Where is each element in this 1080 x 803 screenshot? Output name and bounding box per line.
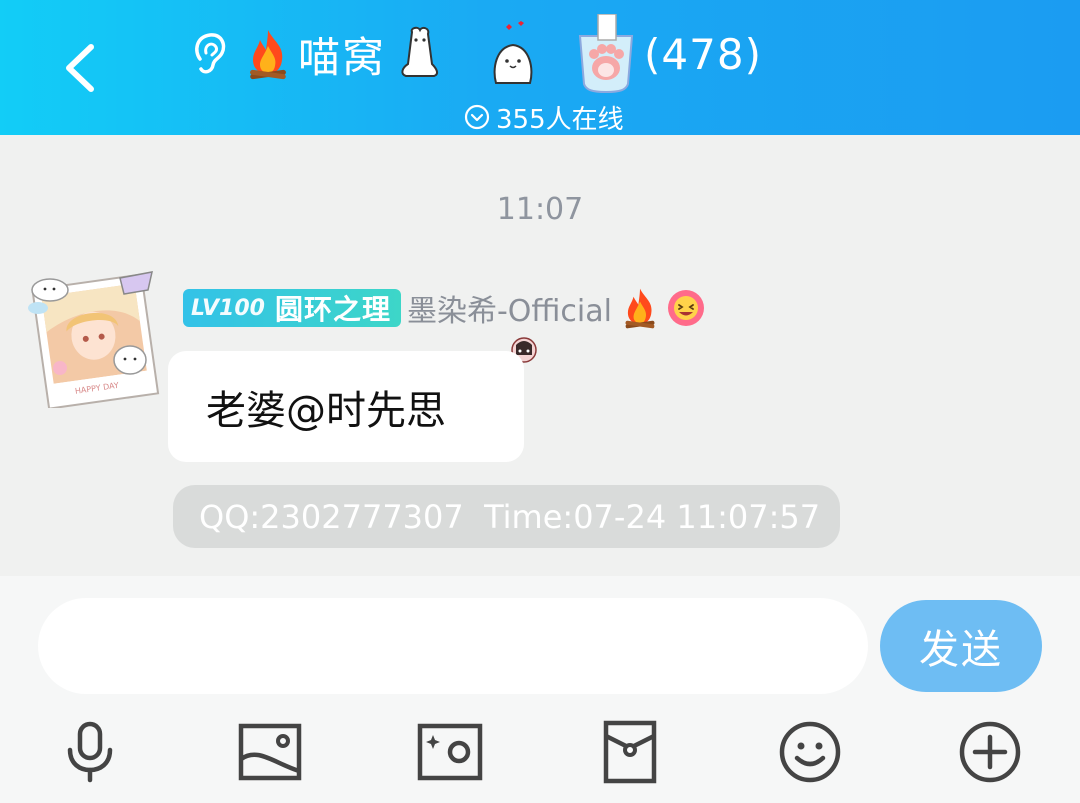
camera-icon <box>417 723 483 781</box>
message-input[interactable] <box>38 598 868 694</box>
add-icon <box>959 721 1021 783</box>
message-text: 老婆@时先思 <box>206 387 446 434</box>
fire-icon <box>625 288 655 329</box>
level-title-badge: LV100 圆环之理 <box>183 289 401 327</box>
fire-icon <box>250 30 286 80</box>
time-divider: 11:07 <box>496 192 584 227</box>
red-packet-button[interactable] <box>590 712 670 792</box>
image-button[interactable] <box>230 712 310 792</box>
heart-ghost-sticker <box>493 21 533 84</box>
ear-icon <box>195 33 226 74</box>
cat-paw-cup-sticker <box>578 14 634 94</box>
avatar[interactable]: HAPPY DAY <box>24 268 160 408</box>
chat-header: 喵窝 (478) 355人在线 <box>0 0 1080 135</box>
group-name: 喵窝 <box>298 32 387 82</box>
voice-button[interactable] <box>50 712 130 792</box>
level-number: LV100 <box>191 295 265 321</box>
microphone-icon <box>67 721 113 783</box>
input-panel: 发送 <box>0 576 1080 803</box>
ghost-sticker <box>401 26 439 77</box>
chevron-down-circle-icon <box>464 104 490 130</box>
back-button[interactable] <box>50 36 110 100</box>
more-button[interactable] <box>950 712 1030 792</box>
emoji-button[interactable] <box>770 712 850 792</box>
back-arrow-icon <box>66 44 94 92</box>
emoji-icon <box>779 721 841 783</box>
red-packet-icon <box>603 720 657 784</box>
message-bubble[interactable]: 老婆@时先思 <box>168 351 524 462</box>
member-count: (478) <box>644 29 762 79</box>
input-toolbar <box>0 712 1080 792</box>
send-button[interactable]: 发送 <box>880 600 1042 692</box>
message-info-text: QQ:2302777307 Time:07-24 11:07:57 <box>199 497 821 536</box>
group-title[interactable]: 喵窝 (478) <box>190 14 762 94</box>
image-icon <box>238 723 302 781</box>
sender-name: 墨染希-Official <box>406 294 612 329</box>
message-info-tip: QQ:2302777307 Time:07-24 11:07:57 <box>173 485 840 548</box>
camera-button[interactable] <box>410 712 490 792</box>
group-title-badge: 圆环之理 <box>274 293 391 326</box>
online-count-label: 355人在线 <box>496 104 624 135</box>
online-status[interactable]: 355人在线 <box>464 100 624 135</box>
laughing-flower-icon <box>667 290 704 326</box>
sender-info[interactable]: LV100 圆环之理 墨染希-Official <box>183 286 706 330</box>
